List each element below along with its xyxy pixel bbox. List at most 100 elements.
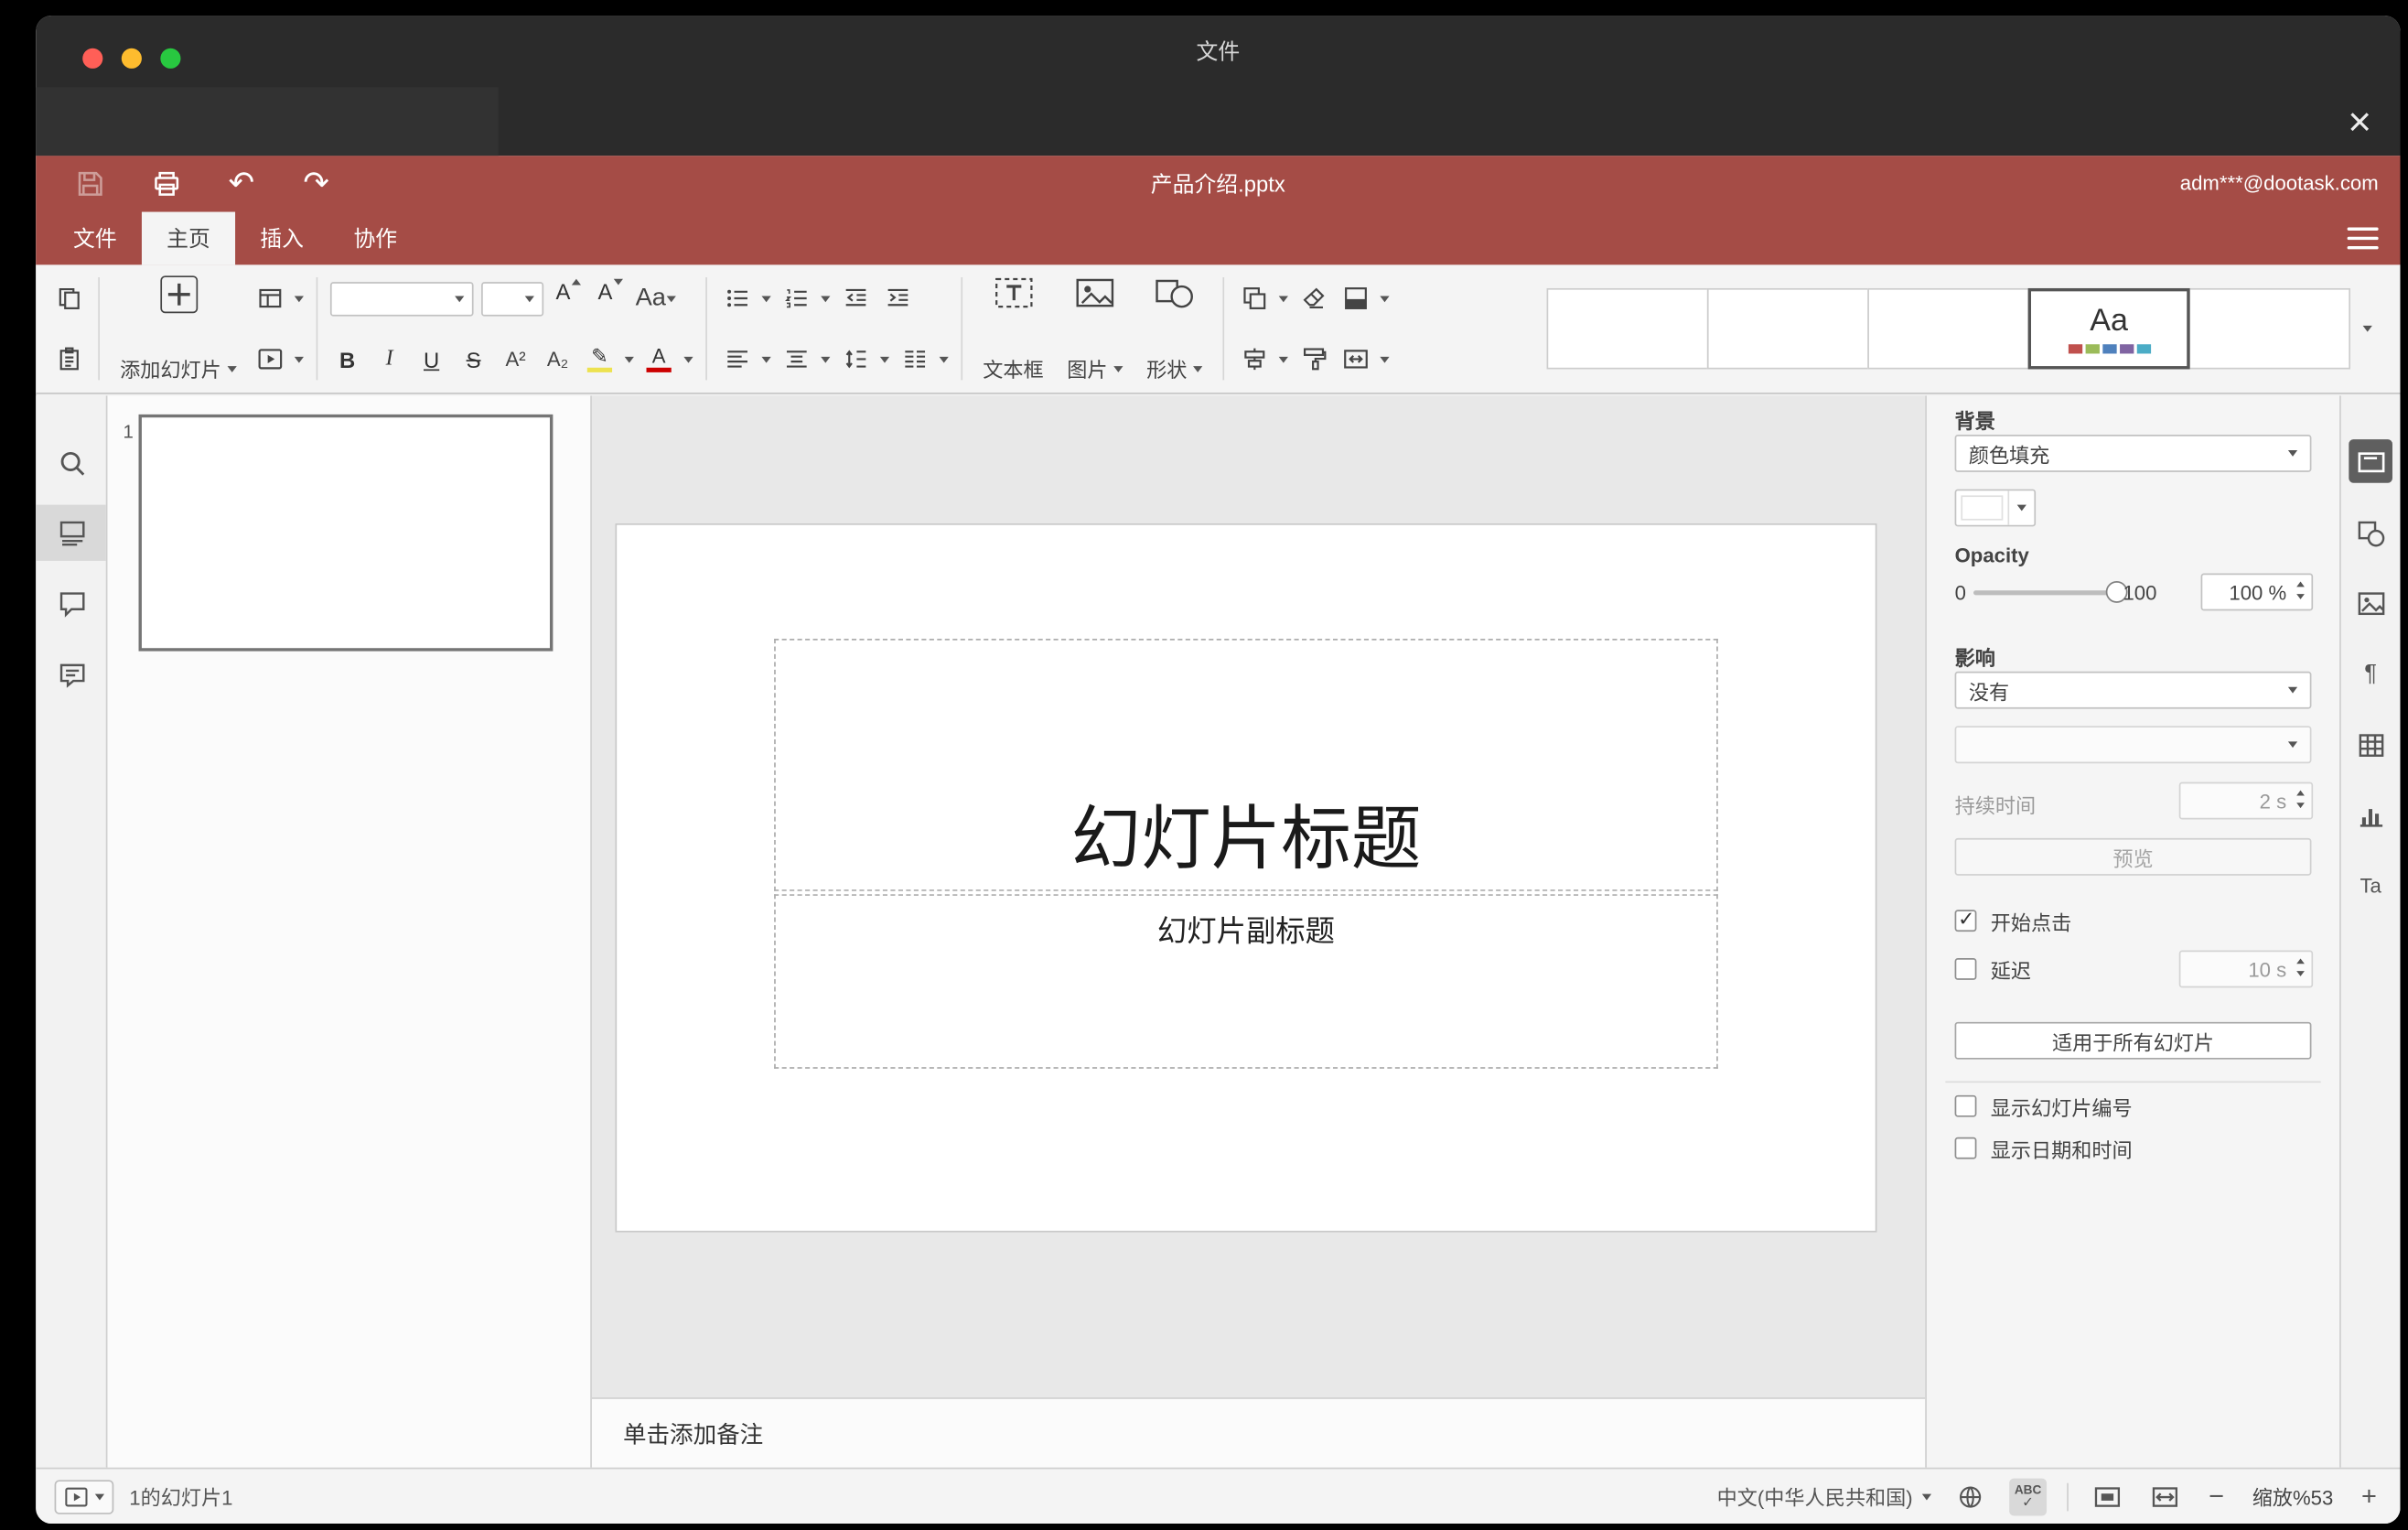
language-select[interactable]: 中文(中华人民共和国) — [1717, 1482, 1932, 1511]
start-slideshow-icon[interactable] — [253, 339, 286, 379]
chevron-down-icon[interactable] — [1278, 356, 1289, 362]
effect-option-select[interactable] — [1954, 726, 2312, 764]
image-button[interactable]: 图片 — [1059, 273, 1131, 385]
fit-slide-icon[interactable] — [2089, 1478, 2126, 1515]
slide-size-icon[interactable] — [1338, 339, 1372, 379]
start-preview-button[interactable] — [54, 1479, 114, 1514]
chat-icon[interactable] — [53, 656, 91, 694]
textbox-button[interactable]: 文本框 — [975, 273, 1051, 385]
font-size-combo[interactable] — [481, 281, 544, 316]
vertical-align-icon[interactable] — [779, 339, 812, 379]
chevron-down-icon[interactable] — [821, 295, 831, 302]
copy-style-icon[interactable] — [1296, 339, 1330, 379]
show-date-time-checkbox[interactable] — [1954, 1137, 1977, 1159]
show-date-time-row[interactable]: 显示日期和时间 — [1954, 1136, 2133, 1161]
theme-thumbnail-selected[interactable]: Aa — [2027, 287, 2190, 370]
chevron-down-icon[interactable] — [879, 356, 890, 362]
spin-up-icon[interactable] — [2296, 581, 2305, 587]
font-shrink-icon[interactable]: A — [594, 277, 628, 318]
slides-icon[interactable] — [53, 514, 91, 552]
shape-button[interactable]: 形状 — [1139, 273, 1210, 385]
chevron-down-icon[interactable] — [294, 356, 305, 362]
strikeout-button[interactable]: S — [457, 339, 490, 379]
tab-insert[interactable]: 插入 — [235, 212, 328, 265]
chevron-down-icon[interactable] — [761, 295, 771, 302]
highlight-color-icon[interactable]: ✎ — [583, 339, 617, 379]
zoom-out-icon[interactable]: − — [2204, 1481, 2229, 1512]
theme-thumbnail[interactable] — [2188, 287, 2351, 370]
chevron-down-icon[interactable] — [1380, 356, 1390, 362]
theme-gallery-expand[interactable] — [2350, 288, 2384, 370]
tab-collaboration[interactable]: 协作 — [328, 212, 422, 265]
fill-color-icon[interactable] — [1338, 278, 1372, 318]
spellcheck-icon[interactable]: ABC ✓ — [2009, 1477, 2048, 1515]
table-settings-icon[interactable] — [2349, 723, 2392, 767]
chevron-down-icon[interactable] — [1278, 295, 1289, 302]
slide-canvas[interactable]: 幻灯片标题 幻灯片副标题 — [617, 524, 1876, 1231]
shape-align-icon[interactable] — [1237, 339, 1271, 379]
copy-icon[interactable] — [51, 278, 85, 318]
chevron-down-icon[interactable] — [294, 295, 305, 302]
spin-down-icon[interactable] — [2296, 594, 2305, 599]
notes-input[interactable]: 单击添加备注 — [591, 1397, 1926, 1468]
paragraph-settings-icon[interactable]: ¶ — [2349, 652, 2392, 695]
paste-icon[interactable] — [51, 339, 85, 379]
show-slide-number-row[interactable]: 显示幻灯片编号 — [1954, 1094, 2133, 1119]
delay-checkbox[interactable] — [1954, 958, 1977, 980]
zoom-in-icon[interactable]: + — [2357, 1481, 2381, 1512]
chart-settings-icon[interactable] — [2349, 793, 2392, 837]
fill-type-select[interactable]: 颜色填充 — [1954, 434, 2312, 472]
slide-layout-icon[interactable] — [253, 278, 286, 318]
line-spacing-icon[interactable] — [838, 339, 872, 379]
numbering-icon[interactable] — [779, 278, 812, 318]
tab-file[interactable]: 文件 — [48, 212, 142, 265]
chevron-down-icon[interactable] — [821, 356, 831, 362]
subscript-button[interactable]: A₂ — [541, 339, 575, 379]
align-icon[interactable] — [720, 339, 754, 379]
duration-input[interactable]: 2 s — [2178, 781, 2314, 820]
columns-icon[interactable] — [898, 339, 931, 379]
bullets-icon[interactable] — [720, 278, 754, 318]
search-icon[interactable] — [53, 444, 91, 481]
underline-button[interactable]: U — [414, 339, 448, 379]
delay-row[interactable]: 延迟 — [1954, 956, 2031, 982]
title-placeholder[interactable]: 幻灯片标题 — [774, 639, 1718, 891]
comments-icon[interactable] — [53, 584, 91, 621]
clear-style-icon[interactable] — [1296, 278, 1330, 318]
start-on-click-row[interactable]: 开始点击 — [1954, 907, 2071, 934]
add-slide-button[interactable]: 添加幻灯片 — [113, 273, 245, 385]
chevron-down-icon[interactable] — [939, 356, 949, 362]
font-grow-icon[interactable]: A — [552, 277, 586, 318]
preview-button[interactable]: 预览 — [1954, 837, 2312, 876]
italic-button[interactable]: I — [372, 339, 406, 379]
chevron-down-icon[interactable] — [683, 356, 693, 362]
subtitle-placeholder[interactable]: 幻灯片副标题 — [774, 894, 1718, 1069]
theme-thumbnail[interactable] — [1867, 287, 2030, 370]
opacity-slider[interactable] — [1973, 590, 2117, 596]
outdent-icon[interactable] — [838, 278, 872, 318]
effect-select[interactable]: 没有 — [1954, 671, 2312, 709]
shape-settings-icon[interactable] — [2349, 511, 2392, 555]
menu-icon[interactable] — [2347, 227, 2379, 250]
opacity-input[interactable]: 100 % — [2200, 573, 2314, 611]
superscript-button[interactable]: A² — [499, 339, 532, 379]
slide-thumbnail-selected[interactable] — [138, 414, 554, 652]
theme-thumbnail[interactable] — [1546, 287, 1709, 370]
start-on-click-checkbox[interactable] — [1954, 907, 1977, 932]
chevron-down-icon[interactable] — [1380, 295, 1390, 302]
bold-button[interactable]: B — [330, 339, 364, 379]
theme-thumbnail[interactable] — [1706, 287, 1869, 370]
change-case-icon[interactable]: Aa — [636, 278, 676, 318]
image-settings-icon[interactable] — [2349, 581, 2392, 625]
chevron-down-icon[interactable] — [624, 356, 634, 362]
arrange-icon[interactable] — [1237, 278, 1271, 318]
globe-icon[interactable] — [1951, 1478, 1989, 1515]
fill-color-select[interactable] — [1954, 489, 2037, 527]
show-slide-number-checkbox[interactable] — [1954, 1094, 1977, 1117]
tab-home[interactable]: 主页 — [141, 211, 236, 265]
delay-input[interactable]: 10 s — [2178, 950, 2314, 988]
fit-width-icon[interactable] — [2146, 1478, 2184, 1515]
font-name-combo[interactable] — [329, 281, 474, 316]
close-icon[interactable] — [2338, 100, 2381, 144]
font-color-icon[interactable]: A — [641, 339, 675, 379]
